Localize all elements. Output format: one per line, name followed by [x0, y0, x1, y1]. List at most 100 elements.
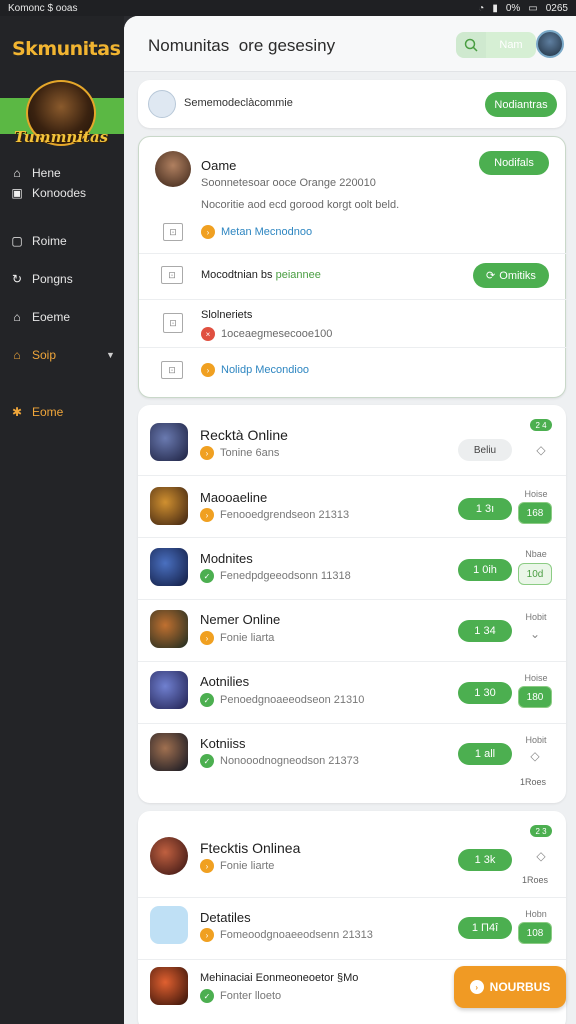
- game-name: Ftecktis Onlinea: [200, 840, 301, 856]
- name-pill[interactable]: Nam: [486, 32, 536, 58]
- detail-row2-text: Mocodtnian bs: [201, 269, 273, 281]
- detail-link: Metan Mecnodnoo: [221, 226, 313, 238]
- sidebar-item-label: Soip: [32, 348, 57, 362]
- arrow-icon: ›: [200, 508, 214, 522]
- arrow-icon: ›: [201, 225, 215, 239]
- detail-row2-label: Mocodtnian bs peiannee: [201, 269, 321, 281]
- battery-icon: ▭: [528, 2, 538, 14]
- game-icon: [150, 967, 188, 1005]
- notice-button[interactable]: Nodiantras: [485, 92, 557, 117]
- lock-icon: ⌂: [13, 310, 21, 324]
- detail-avatar: [155, 151, 191, 187]
- game-icon: [150, 423, 188, 461]
- game-play-button[interactable]: 1 0ih: [458, 559, 512, 581]
- game-side-label: Nbae: [525, 549, 547, 559]
- home-icon: ⌂: [13, 348, 21, 362]
- game-play-button[interactable]: 1 3ı: [458, 498, 512, 520]
- sidebar-item-roime[interactable]: ▢ Roime: [10, 234, 67, 248]
- detail-link3-row[interactable]: › Nolidp Mecondioo: [201, 363, 309, 377]
- arrow-icon: ›: [200, 859, 214, 873]
- game-play-button[interactable]: 1 Π4î: [458, 917, 512, 939]
- user-icon: [148, 90, 176, 118]
- star-icon: ✱: [11, 405, 23, 419]
- game-name: Aotnilies: [200, 674, 250, 689]
- game-play-button[interactable]: 1 3k: [458, 849, 512, 871]
- game-name: Mehinaciai Eonmeoneoetor §Mo: [200, 972, 359, 984]
- image-icon: ⊡: [163, 223, 183, 241]
- game-sub-text: Fonie liarte: [220, 860, 275, 872]
- diamond-icon[interactable]: ◇: [518, 749, 552, 763]
- refresh-icon: ↻: [11, 272, 23, 286]
- sidebar-item-bookmarks[interactable]: ▣ Konoodes: [10, 186, 86, 200]
- game-sub: › Fonie liarte: [200, 859, 274, 873]
- game-sub-text: Nonooodnogneodson 21373: [220, 755, 359, 767]
- games-card-1: 2 4 Recktà Online › Tonine 6ans Beliu ◇ …: [138, 405, 566, 803]
- sidebar-item-eoeme[interactable]: ⌂ Eoeme: [10, 310, 70, 324]
- game-side-box[interactable]: 108: [518, 922, 552, 944]
- card-footer-label: 1Roes: [520, 777, 547, 787]
- notice-label: Sememodeclàcommie: [184, 97, 293, 109]
- chevron-down-icon[interactable]: ⌄: [518, 627, 552, 641]
- game-play-button[interactable]: 1 34: [458, 620, 512, 642]
- game-header-button[interactable]: Beliu: [458, 439, 512, 461]
- sidebar-item-label: Konoodes: [32, 186, 87, 200]
- cta-button[interactable]: › NOURBUS: [454, 966, 566, 1008]
- check-icon: ✓: [200, 569, 214, 583]
- sidebar-item-home[interactable]: ⌂ Hene: [10, 166, 61, 180]
- game-icon: [150, 487, 188, 525]
- sidebar-item-label: Roime: [32, 234, 67, 248]
- close-icon: ×: [201, 327, 215, 341]
- arrow-icon: ›: [200, 446, 214, 460]
- divider: [138, 723, 566, 724]
- divider: [138, 897, 566, 898]
- divider: [139, 299, 567, 300]
- detail-top-button[interactable]: Nodifals: [479, 151, 549, 175]
- sidebar-item-label: Hene: [32, 166, 61, 180]
- check-icon: ✓: [200, 989, 214, 1003]
- game-sub: › Tonine 6ans: [200, 446, 279, 460]
- check-icon: ✓: [200, 693, 214, 707]
- main-panel: Nomunitas ore gesesiny Nam Sememodeclàco…: [124, 16, 576, 1024]
- sidebar-item-soip[interactable]: ⌂ Soip ▼: [10, 348, 115, 362]
- mascot-text: Tummnitas: [14, 128, 109, 146]
- game-sub-text: Fenooedgrendseon 21313: [220, 509, 350, 521]
- status-bar-time: 0%: [505, 2, 521, 14]
- diamond-icon[interactable]: ◇: [524, 443, 558, 457]
- game-name: Modnites: [200, 551, 253, 566]
- detail-row3-title: Slolneriets: [201, 309, 253, 321]
- app-logo: Skmunitas: [12, 38, 121, 60]
- game-sub-text: Penoedgnoaeeodseon 21310: [220, 694, 365, 706]
- detail-link-row[interactable]: › Metan Mecnodnoo: [201, 225, 312, 239]
- game-sub-text: Fonie liarta: [220, 632, 275, 644]
- top-bar: Nomunitas ore gesesiny Nam: [124, 16, 576, 72]
- game-play-button[interactable]: 1 all: [458, 743, 512, 765]
- game-sub: › Fonie liarta: [200, 631, 274, 645]
- page-title: Nomunitas ore gesesiny: [148, 36, 336, 55]
- detail-row2-link[interactable]: peiannee: [276, 269, 321, 281]
- game-icon: [150, 548, 188, 586]
- game-side-box[interactable]: 168: [518, 502, 552, 524]
- game-play-button[interactable]: 1 30: [458, 682, 512, 704]
- game-side-label: Hobit: [525, 735, 547, 745]
- sidebar-item-label: Pongns: [32, 272, 73, 286]
- image-icon: ⊡: [163, 313, 183, 333]
- bookmark-icon: ▣: [11, 186, 23, 200]
- detail-row2-button[interactable]: ⟳ Omitiks: [473, 263, 549, 288]
- status-badge: 2 4: [530, 419, 552, 431]
- detail-row2-button-label: Omitiks: [499, 269, 536, 282]
- game-side-box[interactable]: 10d: [518, 563, 552, 585]
- sidebar-item-eome[interactable]: ✱ Eome: [10, 405, 63, 419]
- arrow-icon: ›: [469, 980, 484, 994]
- avatar[interactable]: [536, 30, 564, 58]
- search-button[interactable]: [456, 32, 486, 58]
- detail-row3-sub-text: 1oceaegmesecooe100: [221, 328, 333, 340]
- detail-heading: Oame: [201, 158, 237, 173]
- game-side-box[interactable]: 180: [518, 686, 552, 708]
- diamond-icon[interactable]: ◇: [524, 849, 558, 863]
- sidebar-item-pongns[interactable]: ↻ Pongns: [10, 272, 73, 286]
- status-bar-battery: 0265: [545, 2, 568, 14]
- game-side-label: Hobn: [525, 909, 547, 919]
- divider: [138, 599, 566, 600]
- game-sub-text: Fenedpdgeeodsonn 11318: [220, 570, 351, 582]
- game-name: Nemer Online: [200, 612, 281, 627]
